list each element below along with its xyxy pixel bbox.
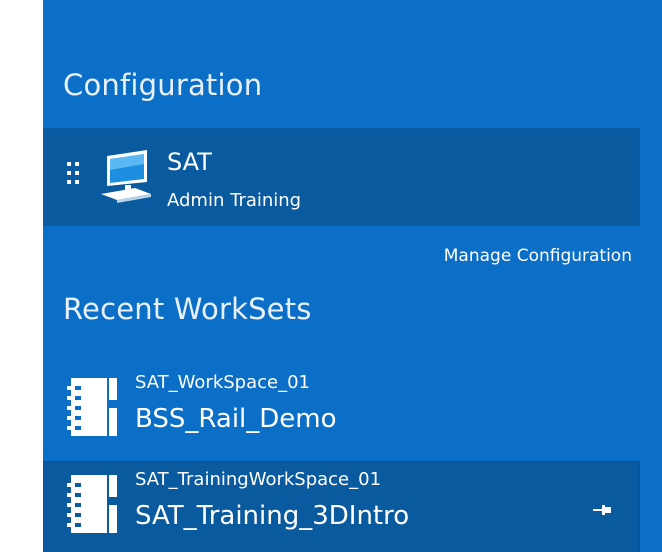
workset-name: SAT_Training_3DIntro xyxy=(135,501,410,531)
recent-worksets-heading: Recent WorkSets xyxy=(63,292,312,326)
computer-icon xyxy=(101,150,151,203)
recent-workset-item[interactable]: SAT_WorkSpace_01 BSS_Rail_Demo xyxy=(43,364,640,456)
workspace-name: SAT_WorkSpace_01 xyxy=(135,372,311,393)
configuration-heading: Configuration xyxy=(63,68,263,102)
recent-workset-item[interactable]: SAT_TrainingWorkSpace_01 SAT_Training_3D… xyxy=(43,461,640,552)
workset-book-icon xyxy=(67,475,117,533)
workset-name: BSS_Rail_Demo xyxy=(135,404,337,434)
configuration-subtitle: Admin Training xyxy=(167,190,302,211)
pin-icon[interactable] xyxy=(591,499,613,521)
workset-book-icon xyxy=(67,378,117,436)
backstage-panel: Configuration SAT Admin Training Manage … xyxy=(43,0,662,552)
manage-configuration-link[interactable]: Manage Configuration xyxy=(444,246,632,266)
drag-handle-icon[interactable] xyxy=(67,162,81,192)
configuration-name: SAT xyxy=(167,148,212,176)
configuration-card[interactable]: SAT Admin Training xyxy=(43,128,640,226)
workspace-name: SAT_TrainingWorkSpace_01 xyxy=(135,469,382,490)
